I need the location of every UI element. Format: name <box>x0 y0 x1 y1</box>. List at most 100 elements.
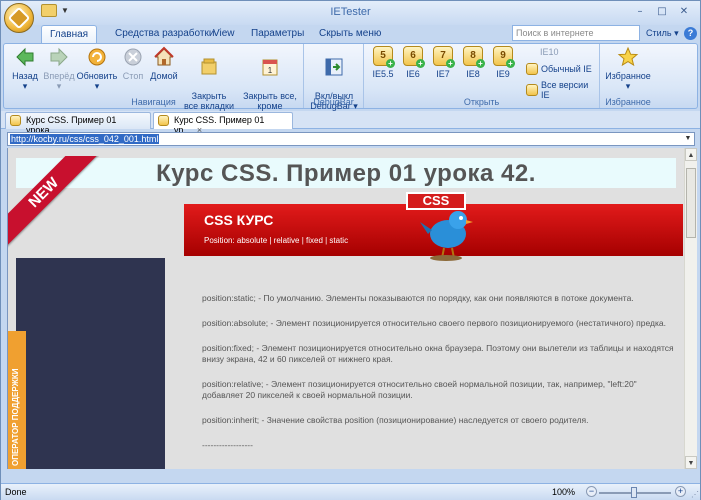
style-label: Стиль <box>646 28 672 38</box>
document-tabs: Курс CSS. Пример 01 урока... Курс CSS. П… <box>1 111 700 135</box>
support-operator-tab[interactable]: ОПЕРАТОР ПОДДЕРЖКИ <box>8 331 26 469</box>
ie7-icon: 7 + <box>433 46 455 68</box>
plus-icon: + <box>446 59 455 68</box>
home-label: Домой <box>150 71 178 81</box>
open-ie10-button[interactable]: IE10 <box>540 47 559 57</box>
support-operator-label: ОПЕРАТОР ПОДДЕРЖКИ <box>11 368 20 466</box>
tab-home[interactable]: Главная <box>41 25 98 43</box>
open-normal-ie-button[interactable]: Обычный IE <box>526 63 592 75</box>
paragraph-fixed: position:fixed; - Элемент позиционируетс… <box>202 343 674 364</box>
home-icon <box>154 46 174 66</box>
ie6-label: IE6 <box>406 69 420 79</box>
ie6-icon-number: 6 <box>410 50 416 61</box>
window-title: IETester <box>330 6 371 18</box>
chevron-down-icon: ▾ <box>22 81 28 91</box>
forward-button[interactable]: Вперёд ▾ <box>42 46 76 91</box>
banner-subtitle: Position: absolute | relative | fixed | … <box>204 236 349 245</box>
doc-tab-active[interactable]: Курс CSS. Пример 01 ур... × <box>153 112 293 135</box>
group-label-debugbar: DebugBar <box>313 97 354 107</box>
tab-view[interactable]: View <box>205 25 243 43</box>
scroll-down-icon[interactable]: ▼ <box>685 456 697 469</box>
chevron-down-icon: ▾ <box>674 28 679 38</box>
maximize-button[interactable]: □ <box>652 4 672 20</box>
ie9-label: IE9 <box>496 69 510 79</box>
open-ie9-button[interactable]: 9 + IE9 <box>490 46 516 79</box>
vertical-scrollbar[interactable]: ▲ ▼ <box>684 148 697 469</box>
refresh-button[interactable]: Обновить ▾ <box>76 46 118 91</box>
plus-icon: + <box>476 59 485 68</box>
page-favicon-icon <box>158 115 169 126</box>
tab-settings[interactable]: Параметры <box>243 25 312 43</box>
paragraph-relative: position:relative; - Элемент позициониру… <box>202 379 637 400</box>
ie9-icon-number: 9 <box>500 50 506 61</box>
separator-line: ------------------ <box>202 440 253 450</box>
ribbon-tabs: Главная Средства разработки View Парамет… <box>1 25 700 43</box>
open-ie6-button[interactable]: 6 + IE6 <box>400 46 426 79</box>
plus-icon: + <box>506 59 515 68</box>
zoom-out-button[interactable]: − <box>586 486 597 497</box>
address-url[interactable]: http://kocby.ru/css/css_042_001.html <box>10 134 160 144</box>
resize-grip-icon[interactable]: ⋰ <box>691 490 699 499</box>
close-tabs-icon <box>201 58 217 75</box>
back-button[interactable]: Назад ▾ <box>10 46 40 91</box>
banner-title: CSS КУРС <box>204 212 274 228</box>
svg-text:1: 1 <box>268 66 273 75</box>
group-open: 5 + IE5.5 6 + IE6 7 + IE7 8 + IE8 9 + IE9 IE1… <box>364 44 600 108</box>
close-all-but-active-button[interactable]: 1 Закрыть все, кроме активной <box>238 46 302 121</box>
web-page-viewport: Курс CSS. Пример 01 урока 42. NEW CSS КУ… <box>7 148 688 469</box>
app-menu-orb[interactable] <box>4 3 34 33</box>
favorites-label: Избранное <box>605 71 651 81</box>
refresh-label: Обновить <box>76 71 118 81</box>
favorites-button[interactable]: Избранное ▾ <box>602 46 654 91</box>
page-content: position:static; - По умолчанию. Элемент… <box>202 293 674 465</box>
group-favorites: Избранное ▾ Избранное <box>600 44 656 108</box>
close-button[interactable]: ✕ <box>674 4 694 20</box>
page-title: Курс CSS. Пример 01 урока 42. <box>156 160 536 187</box>
stop-button[interactable]: Стоп <box>120 46 146 81</box>
paragraph-inherit: position:inherit; - Значение свойства po… <box>202 415 589 425</box>
scroll-up-icon[interactable]: ▲ <box>685 148 697 161</box>
plus-icon: + <box>416 59 425 68</box>
search-input[interactable]: Поиск в интернете <box>512 25 640 41</box>
ribbon: Назад ▾ Вперёд ▾ Обновить ▾ Стоп Домой Закр… <box>3 43 698 121</box>
zoom-level[interactable]: 100% <box>552 487 575 497</box>
zoom-in-button[interactable]: + <box>675 486 686 497</box>
normal-ie-label: Обычный IE <box>541 64 592 74</box>
tab-hide-menu[interactable]: Скрыть меню <box>311 25 389 43</box>
address-bar[interactable]: http://kocby.ru/css/css_042_001.html ▼ <box>7 132 695 146</box>
open-ie8-button[interactable]: 8 + IE8 <box>460 46 486 79</box>
page-header: Курс CSS. Пример 01 урока 42. <box>16 158 676 188</box>
plus-icon: + <box>386 59 395 68</box>
refresh-icon <box>88 48 106 66</box>
ie55-label: IE5.5 <box>372 69 394 79</box>
scrollbar-thumb[interactable] <box>686 168 696 238</box>
bird-mascot-icon <box>420 211 473 261</box>
chevron-down-icon: ▾ <box>625 81 631 91</box>
ie8-label: IE8 <box>466 69 480 79</box>
paragraph-static: position:static; - По умолчанию. Элемент… <box>202 293 634 303</box>
paragraph-absolute: position:absolute; - Элемент позициониру… <box>202 318 666 328</box>
help-icon[interactable]: ? <box>684 27 697 40</box>
chevron-down-icon: ▾ <box>56 81 62 91</box>
open-ie55-button[interactable]: 5 + IE5.5 <box>370 46 396 79</box>
ie8-icon: 8 + <box>463 46 485 68</box>
group-debugbar: Вкл/выкл DebugBar ▾ DebugBar <box>304 44 364 111</box>
ie-icon <box>526 63 538 75</box>
ie55-icon: 5 + <box>373 46 395 68</box>
ie8-icon-number: 8 <box>470 50 476 61</box>
group-navigation: Назад ▾ Вперёд ▾ Обновить ▾ Стоп Домой Закр… <box>4 44 304 121</box>
home-button[interactable]: Домой <box>148 46 180 81</box>
open-ie7-button[interactable]: 7 + IE7 <box>430 46 456 79</box>
ie7-label: IE7 <box>436 69 450 79</box>
zoom-slider-thumb[interactable] <box>631 487 637 498</box>
new-corner-ribbon: NEW <box>8 156 99 251</box>
back-arrow-icon <box>16 47 34 67</box>
chevron-down-icon[interactable]: ▼ <box>682 133 694 145</box>
status-text: Done <box>5 487 27 497</box>
forward-arrow-icon <box>50 47 68 67</box>
title-bar: ▼ IETester – □ ✕ <box>1 1 700 33</box>
minimize-button[interactable]: – <box>630 4 650 20</box>
style-menu[interactable]: Стиль ▾ <box>646 28 679 39</box>
ie7-icon-number: 7 <box>440 50 446 61</box>
doc-tab[interactable]: Курс CSS. Пример 01 урока... <box>5 112 151 135</box>
